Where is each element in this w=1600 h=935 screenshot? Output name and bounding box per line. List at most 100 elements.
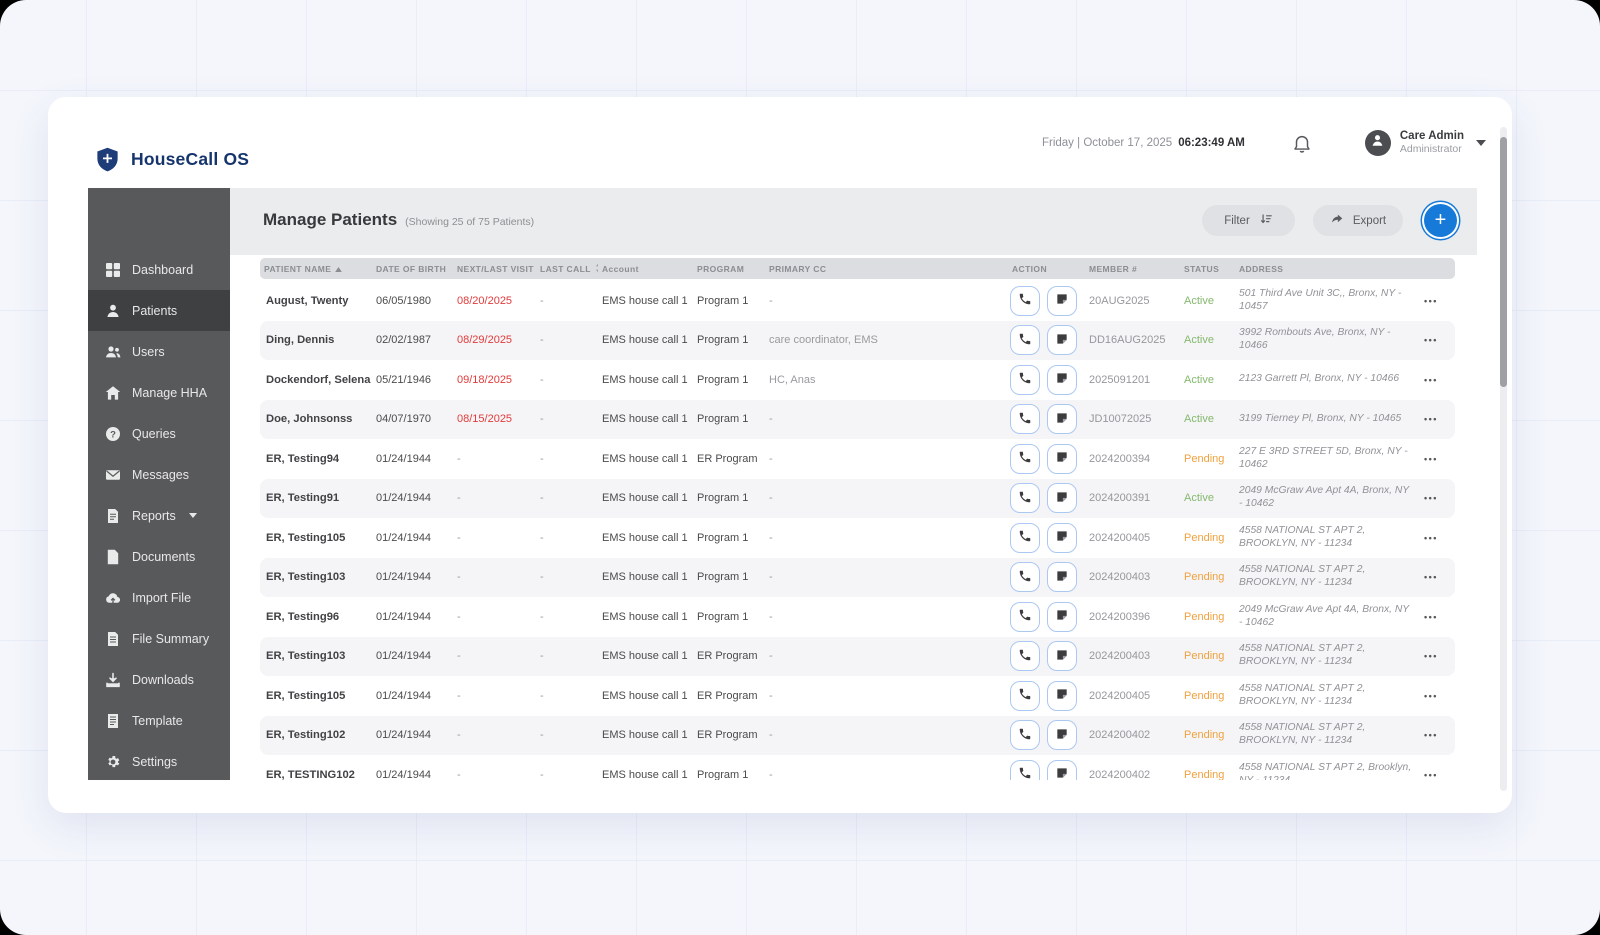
column-header-last-call[interactable]: LAST CALL [536,263,598,275]
row-menu-button[interactable]: ••• [1422,373,1440,387]
page-title: Manage Patients [263,210,397,230]
user-avatar[interactable] [1365,130,1391,156]
sidebar-item-label: Downloads [132,673,194,687]
sidebar-item-queries[interactable]: ?Queries [88,413,230,454]
call-button[interactable] [1010,602,1040,632]
notes-button[interactable] [1047,562,1077,592]
table-row[interactable]: Dockendorf, Selena05/21/194609/18/2025-E… [260,360,1455,400]
notes-button[interactable] [1047,760,1077,780]
sidebar-item-manage-hha[interactable]: Manage HHA [88,372,230,413]
scrollbar-thumb[interactable] [1500,137,1507,387]
phone-icon [1018,371,1032,388]
table-row[interactable]: ER, Testing9101/24/1944--EMS house call … [260,479,1455,519]
call-button[interactable] [1010,404,1040,434]
cell-last-call: - [536,729,598,741]
sidebar-item-users[interactable]: Users [88,331,230,372]
call-button[interactable] [1010,483,1040,513]
note-icon [1055,687,1069,704]
row-menu-button[interactable]: ••• [1422,491,1440,505]
row-menu-button[interactable]: ••• [1422,689,1440,703]
column-header-next-last-visit[interactable]: NEXT/LAST VISIT [453,263,536,275]
table-row[interactable]: ER, TESTING10201/24/1944--EMS house call… [260,755,1455,780]
export-arrow-icon [1330,212,1344,229]
table-row[interactable]: ER, Testing10501/24/1944--EMS house call… [260,518,1455,558]
cell-menu: ••• [1418,531,1455,545]
cell-address: 3199 Tierney Pl, Bronx, NY - 10465 [1235,413,1418,426]
notes-button[interactable] [1047,365,1077,395]
call-button[interactable] [1010,681,1040,711]
cell-primary-cc: care coordinator, EMS [765,334,1008,346]
row-menu-button[interactable]: ••• [1422,531,1440,545]
sidebar-item-template[interactable]: Template [88,700,230,741]
add-patient-button[interactable]: + [1424,204,1457,237]
status-badge: Pending [1180,611,1235,623]
table-row[interactable]: August, Twenty06/05/198008/20/2025-EMS h… [260,281,1455,321]
notes-button[interactable] [1047,325,1077,355]
cell-account: EMS house call 1 [598,334,693,346]
call-button[interactable] [1010,325,1040,355]
row-menu-button[interactable]: ••• [1422,610,1440,624]
export-button[interactable]: Export [1313,205,1403,236]
call-button[interactable] [1010,444,1040,474]
cell-program: ER Program [693,453,765,465]
notes-button[interactable] [1047,720,1077,750]
table-row[interactable]: ER, Testing9401/24/1944--EMS house call … [260,439,1455,479]
cell-primary-cc: - [765,729,1008,741]
notification-bell-button[interactable] [1291,132,1313,154]
cell-last-call: - [536,295,598,307]
cell-account: EMS house call 1 [598,690,693,702]
table-row[interactable]: ER, Testing10301/24/1944--EMS house call… [260,637,1455,677]
row-menu-button[interactable]: ••• [1422,649,1440,663]
table-row[interactable]: Ding, Dennis02/02/198708/29/2025-EMS hou… [260,321,1455,361]
row-menu-button[interactable]: ••• [1422,728,1440,742]
column-header-patient-name[interactable]: PATIENT NAME [260,264,372,274]
sidebar-item-messages[interactable]: Messages [88,454,230,495]
filter-button[interactable]: Filter [1202,205,1295,236]
call-button[interactable] [1010,720,1040,750]
cell-next-last-visit: - [453,729,536,741]
notes-button[interactable] [1047,444,1077,474]
row-menu-button[interactable]: ••• [1422,333,1440,347]
sidebar-item-import-file[interactable]: Import File [88,577,230,618]
sidebar-item-file-summary[interactable]: File Summary [88,618,230,659]
cell-primary-cc: HC, Anas [765,374,1008,386]
sidebar-item-dashboard[interactable]: Dashboard [88,249,230,290]
sidebar-item-downloads[interactable]: Downloads [88,659,230,700]
column-header-date-of-birth: DATE OF BIRTH [372,264,453,274]
sidebar-item-settings[interactable]: Settings [88,741,230,782]
sidebar-item-reports[interactable]: Reports [88,495,230,536]
notes-button[interactable] [1047,286,1077,316]
row-menu-button[interactable]: ••• [1422,768,1440,780]
notes-button[interactable] [1047,602,1077,632]
person-icon [1370,133,1385,153]
cell-menu: ••• [1418,570,1455,584]
call-button[interactable] [1010,641,1040,671]
table-row[interactable]: Doe, Johnsonss04/07/197008/15/2025-EMS h… [260,400,1455,440]
cell-date-of-birth: 01/24/1944 [372,532,453,544]
notes-button[interactable] [1047,483,1077,513]
user-menu-caret-icon[interactable] [1476,140,1486,146]
sidebar-item-label: Settings [132,755,177,769]
call-button[interactable] [1010,286,1040,316]
call-button[interactable] [1010,523,1040,553]
row-menu-button[interactable]: ••• [1422,570,1440,584]
sidebar-item-documents[interactable]: Documents [88,536,230,577]
call-button[interactable] [1010,760,1040,780]
call-button[interactable] [1010,562,1040,592]
sidebar-item-patients[interactable]: Patients [88,290,230,331]
notes-button[interactable] [1047,404,1077,434]
notes-button[interactable] [1047,641,1077,671]
call-button[interactable] [1010,365,1040,395]
table-row[interactable]: ER, Testing9601/24/1944--EMS house call … [260,597,1455,637]
sort-amount-icon [1259,212,1273,229]
cell-date-of-birth: 01/24/1944 [372,690,453,702]
table-row[interactable]: ER, Testing10501/24/1944--EMS house call… [260,676,1455,716]
row-menu-button[interactable]: ••• [1422,452,1440,466]
table-row[interactable]: ER, Testing10201/24/1944--EMS house call… [260,716,1455,756]
phone-icon [1018,608,1032,625]
table-row[interactable]: ER, Testing10301/24/1944--EMS house call… [260,558,1455,598]
row-menu-button[interactable]: ••• [1422,294,1440,308]
row-menu-button[interactable]: ••• [1422,412,1440,426]
notes-button[interactable] [1047,681,1077,711]
notes-button[interactable] [1047,523,1077,553]
